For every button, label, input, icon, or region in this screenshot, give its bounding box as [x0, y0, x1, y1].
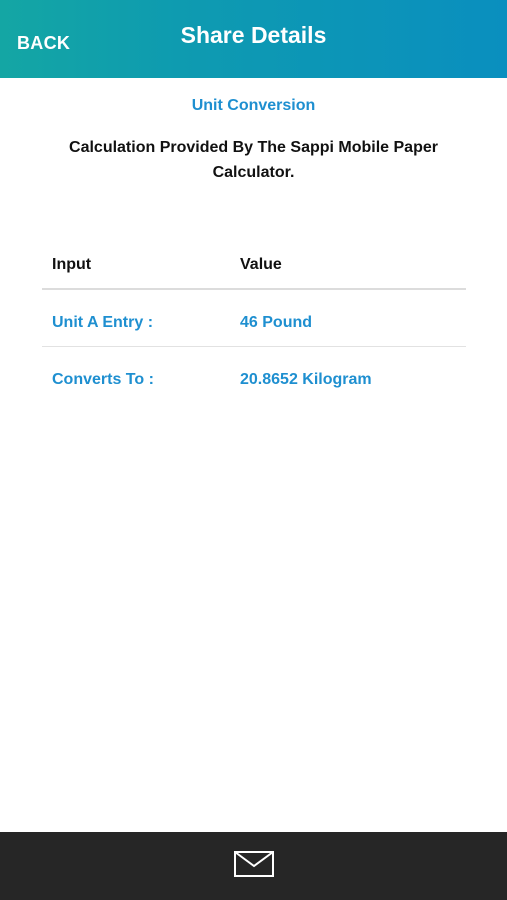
row-value: 46 Pound: [240, 314, 313, 331]
section-title: Unit Conversion: [191, 97, 316, 114]
page-title: Share Details: [180, 22, 327, 48]
column-header-value: Value: [240, 256, 282, 273]
mail-share-button[interactable]: [233, 849, 275, 879]
table-header-row: Input Value: [42, 240, 466, 290]
description-text: Calculation Provided By The Sappi Mobile…: [69, 139, 438, 181]
table-row: Converts To : 20.8652 Kilogram: [42, 347, 466, 403]
row-label: Converts To :: [52, 371, 154, 388]
row-value: 20.8652 Kilogram: [240, 371, 372, 388]
header-bar: BACK Share Details: [0, 0, 507, 78]
conversion-table: Input Value Unit A Entry : 46 Pound Conv…: [42, 240, 466, 403]
table-row: Unit A Entry : 46 Pound: [42, 290, 466, 347]
bottom-toolbar: [0, 832, 507, 900]
mail-icon: [234, 851, 274, 877]
column-header-input: Input: [52, 256, 92, 273]
row-label: Unit A Entry :: [52, 314, 154, 331]
